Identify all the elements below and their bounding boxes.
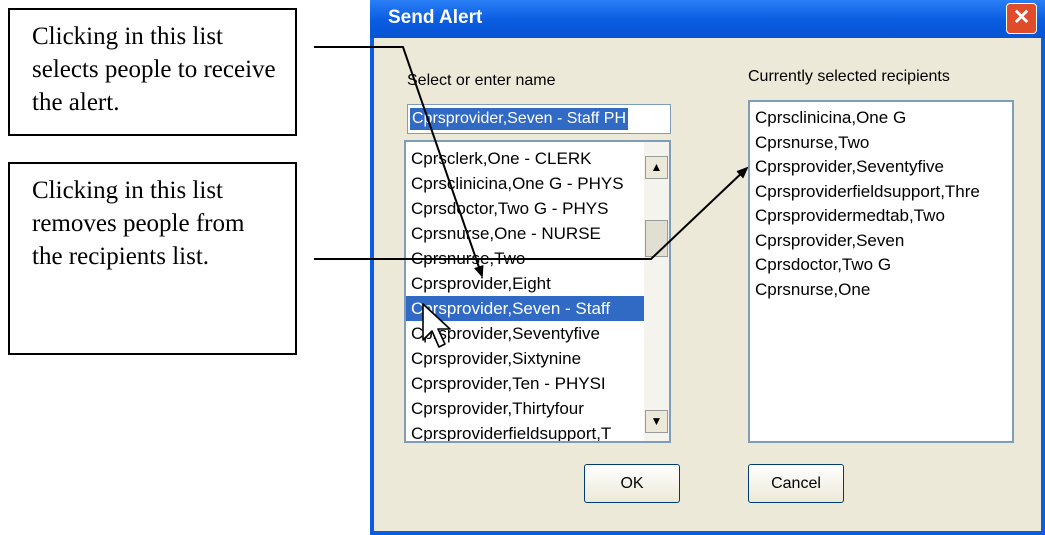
remove-arrow <box>314 166 749 260</box>
select-arrow <box>314 46 484 278</box>
annotation-arrows <box>314 46 749 348</box>
mouse-pointer-icon <box>422 303 451 348</box>
